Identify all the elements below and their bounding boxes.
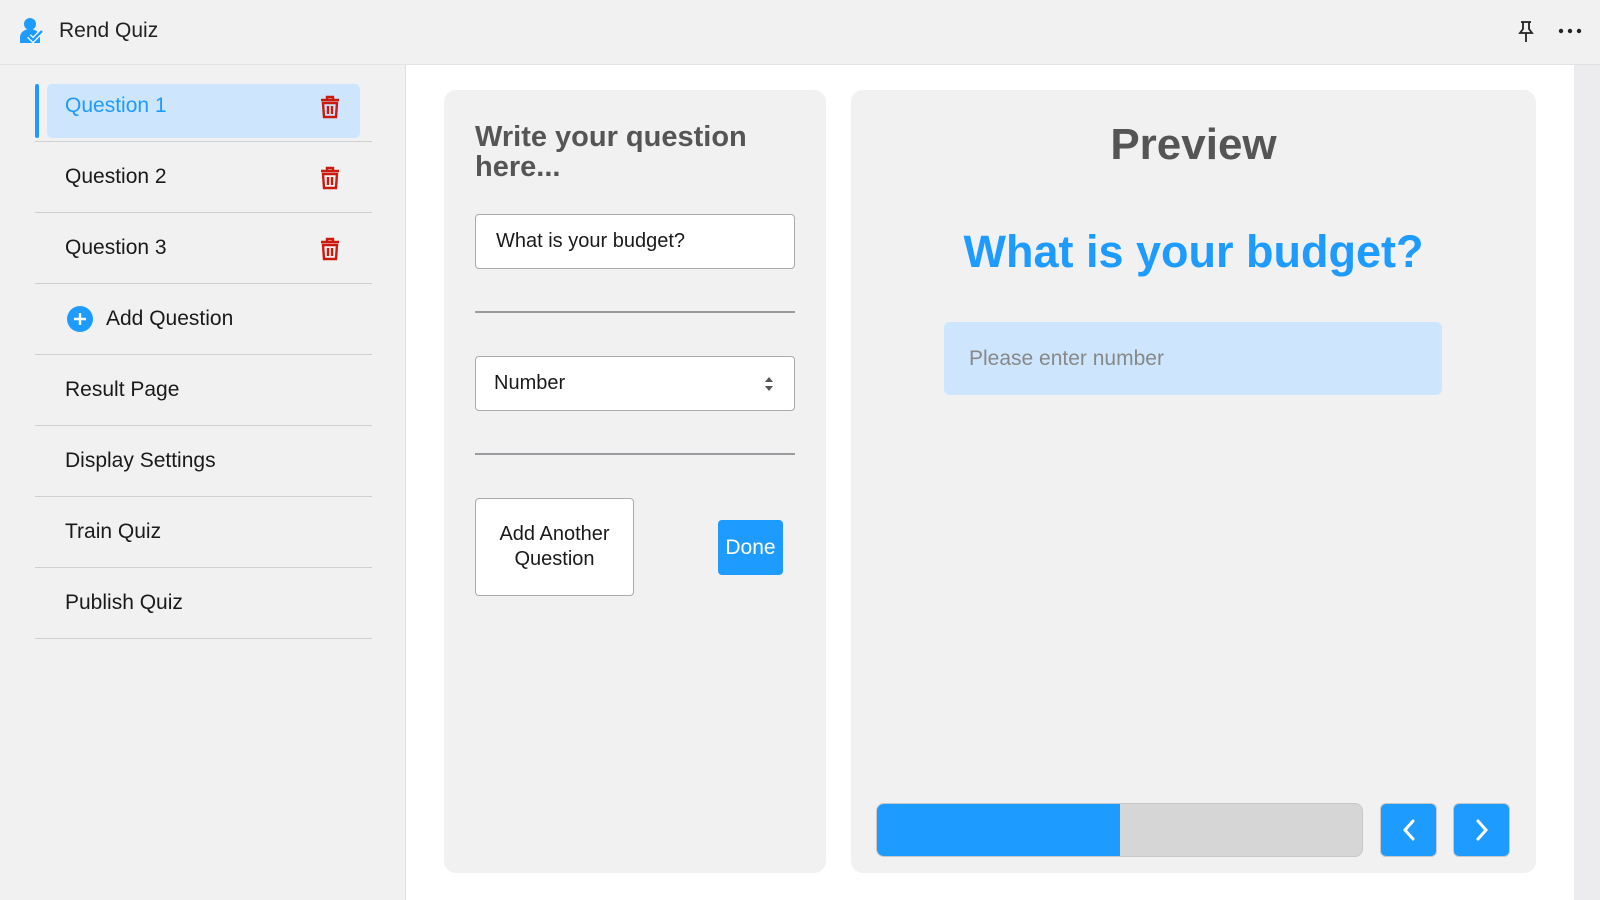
more-horizontal-icon[interactable] — [1558, 28, 1582, 34]
divider — [475, 453, 795, 455]
preview-input-placeholder: Please enter number — [969, 346, 1164, 370]
pin-icon[interactable] — [1516, 20, 1536, 44]
sidebar-item-label: Publish Quiz — [65, 591, 183, 614]
question-type-select[interactable]: Number — [475, 356, 795, 411]
sidebar-item-publish-quiz[interactable]: Publish Quiz — [35, 568, 372, 639]
trash-icon[interactable] — [318, 95, 342, 119]
previous-button[interactable] — [1380, 803, 1437, 857]
sidebar-item-label: Question 3 — [65, 236, 167, 259]
chevron-right-icon — [1476, 819, 1488, 841]
question-type-value: Number — [494, 372, 566, 394]
progress-fill — [877, 804, 1120, 856]
progress-bar — [876, 803, 1363, 857]
preview-panel: Preview What is your budget? Please ente… — [851, 90, 1536, 873]
sidebar-item-result-page[interactable]: Result Page — [35, 355, 372, 426]
sidebar-item-label: Train Quiz — [65, 520, 162, 543]
sidebar-item-label: Question 1 — [65, 94, 167, 117]
sidebar-item-add-question[interactable]: Add Question — [35, 284, 372, 355]
sidebar-item-train-quiz[interactable]: Train Quiz — [35, 497, 372, 568]
question-input[interactable]: What is your budget? — [475, 214, 795, 269]
trash-icon[interactable] — [318, 237, 342, 261]
sidebar-item-label: Result Page — [65, 378, 180, 401]
sidebar-item-label: Question 2 — [65, 165, 167, 188]
person-check-icon — [20, 18, 44, 44]
sidebar-item-label: Display Settings — [65, 449, 216, 472]
preview-answer-input[interactable]: Please enter number — [944, 322, 1442, 395]
chevron-left-icon — [1402, 819, 1414, 841]
preview-question: What is your budget? — [963, 226, 1424, 277]
title-bar: Rend Quiz — [0, 0, 1600, 65]
plus-circle-icon — [67, 306, 93, 332]
divider — [475, 311, 795, 313]
trash-icon[interactable] — [318, 166, 342, 190]
editor-heading: Write your question here... — [475, 121, 747, 183]
sidebar-item-question-3[interactable]: Question 3 — [35, 213, 372, 284]
preview-heading: Preview — [1110, 120, 1277, 169]
sidebar-item-display-settings[interactable]: Display Settings — [35, 426, 372, 497]
done-button[interactable]: Done — [718, 520, 783, 575]
question-input-value: What is your budget? — [496, 230, 685, 252]
sidebar-item-question-2[interactable]: Question 2 — [35, 142, 372, 213]
sidebar-item-label: Add Question — [106, 307, 234, 330]
right-strip — [1574, 65, 1600, 900]
sidebar: Question 1 Question 2 Question 3 Add Que… — [0, 65, 406, 900]
select-arrows-icon — [765, 377, 773, 391]
question-editor: Write your question here... What is your… — [444, 90, 826, 873]
sidebar-item-question-1[interactable]: Question 1 — [35, 71, 372, 142]
app-title: Rend Quiz — [59, 19, 159, 42]
next-button[interactable] — [1453, 803, 1510, 857]
add-another-question-button[interactable]: Add Another Question — [475, 498, 634, 596]
